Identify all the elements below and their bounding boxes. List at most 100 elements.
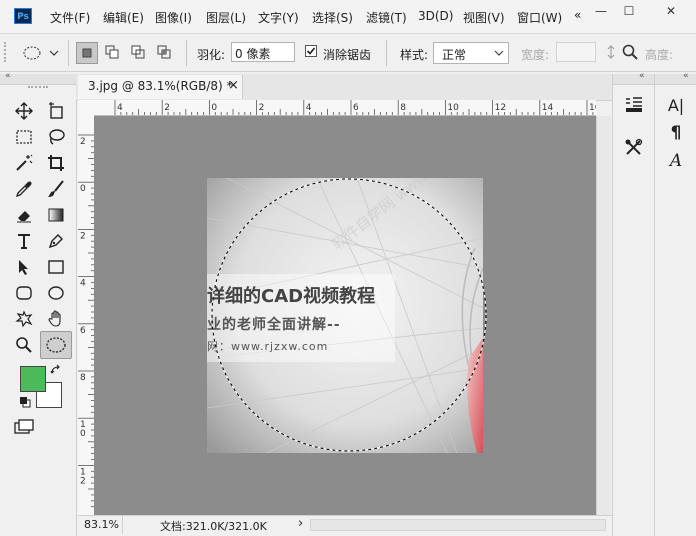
document-tab[interactable]: 3.jpg @ 83.1%(RGB/8) * × bbox=[78, 75, 243, 99]
menu-layer[interactable]: 图层(L) bbox=[206, 9, 246, 26]
crossed-tools-icon bbox=[625, 138, 643, 155]
default-colors-icon[interactable] bbox=[19, 396, 31, 408]
style-select[interactable]: 正常 bbox=[433, 42, 509, 64]
menu-edit[interactable]: 编辑(E) bbox=[103, 9, 144, 26]
paragraph-styles-icon bbox=[626, 97, 642, 112]
eyedropper-tool[interactable] bbox=[11, 176, 37, 202]
horizontal-ruler-ticks: 4 2 0 2 4 6 8 10 12 14 16 bbox=[114, 100, 596, 115]
restore-button[interactable]: ☐ bbox=[618, 4, 640, 20]
quick-mask-icon[interactable] bbox=[14, 419, 36, 437]
swap-colors-icon[interactable] bbox=[50, 364, 62, 376]
ruler-label: 12 bbox=[495, 103, 506, 113]
character-panel-button[interactable]: A| bbox=[662, 92, 690, 118]
collapse-icon[interactable]: « bbox=[5, 71, 11, 81]
new-selection-icon bbox=[82, 48, 92, 58]
close-icon[interactable]: × bbox=[228, 78, 239, 93]
ruler-origin[interactable] bbox=[78, 100, 95, 116]
collapse-icon[interactable]: « bbox=[683, 71, 689, 81]
artboard-tool[interactable] bbox=[43, 98, 69, 124]
ruler-label: 0 bbox=[80, 429, 86, 439]
eraser-tool[interactable] bbox=[11, 202, 37, 228]
panel-dock-left-header[interactable]: « bbox=[613, 71, 655, 85]
canvas-area[interactable]: 详细的CAD视频教程 业的老师全面讲解-- 网：www.rjzxw.com 软件… bbox=[94, 116, 596, 515]
elliptical-selection[interactable] bbox=[207, 178, 507, 458]
options-grip[interactable] bbox=[4, 42, 11, 62]
custom-shape-tool[interactable] bbox=[11, 306, 37, 332]
menu-image[interactable]: 图像(I) bbox=[155, 9, 192, 26]
status-bar: 83.1% 文档:321.0K/321.0K › bbox=[78, 515, 612, 534]
search-icon[interactable] bbox=[622, 44, 638, 60]
character-icon: A| bbox=[667, 95, 685, 115]
magic-wand-tool[interactable] bbox=[11, 150, 37, 176]
ruler-label: 2 bbox=[259, 103, 265, 113]
pen-tool[interactable] bbox=[43, 228, 69, 254]
ruler-label: 6 bbox=[80, 326, 86, 336]
app-logo: Ps bbox=[14, 8, 32, 24]
ellipse-tool[interactable] bbox=[43, 280, 69, 306]
width-input[interactable] bbox=[556, 42, 596, 62]
ruler-label: 4 bbox=[80, 279, 86, 289]
panel-dock-right-header[interactable]: « bbox=[655, 71, 696, 85]
menu-file[interactable]: 文件(F) bbox=[50, 9, 90, 26]
menu-filter[interactable]: 滤镜(T) bbox=[366, 9, 407, 26]
paragraph-styles-panel-button[interactable] bbox=[620, 92, 648, 118]
crop-tool[interactable] bbox=[43, 150, 69, 176]
tool-preset-picker[interactable] bbox=[22, 44, 68, 62]
menu-type[interactable]: 文字(Y) bbox=[258, 9, 299, 26]
menu-view[interactable]: 视图(V) bbox=[463, 9, 505, 26]
lasso-tool[interactable] bbox=[43, 124, 69, 150]
elliptical-marquee-tool[interactable] bbox=[40, 331, 72, 359]
type-icon bbox=[18, 234, 30, 249]
ellipse-marquee-icon bbox=[23, 46, 59, 60]
rounded-rect-icon bbox=[16, 286, 32, 300]
status-menu-arrow-icon[interactable]: › bbox=[298, 516, 303, 531]
zoom-level[interactable]: 83.1% bbox=[84, 518, 119, 531]
feather-input[interactable]: 0 像素 bbox=[231, 42, 295, 62]
collapse-icon[interactable]: « bbox=[639, 71, 645, 81]
intersect-selection-button[interactable] bbox=[154, 42, 176, 64]
minimize-button[interactable]: — bbox=[590, 4, 612, 20]
menu-select[interactable]: 选择(S) bbox=[312, 9, 353, 26]
style-label: 样式: bbox=[400, 48, 429, 62]
document-tab-title: 3.jpg @ 83.1%(RGB/8) * bbox=[88, 79, 233, 93]
horizontal-scrollbar[interactable] bbox=[310, 519, 606, 531]
gradient-tool[interactable] bbox=[43, 202, 69, 228]
hand-tool[interactable] bbox=[43, 306, 69, 332]
antialias-checkbox[interactable] bbox=[305, 45, 317, 57]
tools-panel: « bbox=[0, 71, 77, 536]
subtract-selection-button[interactable] bbox=[128, 42, 150, 64]
type-tool[interactable] bbox=[11, 228, 37, 254]
menu-window[interactable]: 窗口(W) bbox=[517, 9, 562, 26]
horizontal-ruler[interactable]: 4 2 0 2 4 6 8 10 12 14 16 bbox=[94, 100, 596, 116]
tools-panel-header[interactable]: « bbox=[0, 71, 76, 85]
zoom-icon bbox=[16, 337, 32, 353]
brush-tool[interactable] bbox=[43, 176, 69, 202]
rectangle-tool[interactable] bbox=[43, 254, 69, 280]
ruler-label: 2 bbox=[80, 137, 86, 147]
swap-icon[interactable] bbox=[606, 45, 616, 59]
new-selection-button[interactable] bbox=[76, 42, 98, 64]
vertical-ruler[interactable]: 2024681012 bbox=[78, 115, 95, 515]
foreground-color-swatch[interactable] bbox=[20, 366, 46, 392]
brush-icon bbox=[48, 180, 64, 197]
menu-3d[interactable]: 3D(D) bbox=[418, 9, 453, 23]
glyphs-panel-button[interactable]: A bbox=[662, 148, 690, 174]
rounded-rectangle-tool[interactable] bbox=[11, 280, 37, 306]
vertical-scrollbar[interactable] bbox=[596, 116, 611, 515]
menu-overflow[interactable]: « bbox=[574, 8, 581, 22]
crop-icon bbox=[48, 155, 64, 171]
rectangular-marquee-tool[interactable] bbox=[11, 124, 37, 150]
close-button[interactable]: ✕ bbox=[660, 4, 682, 20]
tools-presets-panel-button[interactable] bbox=[620, 134, 648, 160]
paragraph-panel-button[interactable]: ¶ bbox=[662, 120, 690, 146]
ellipse-icon bbox=[48, 286, 64, 300]
move-tool[interactable] bbox=[11, 98, 37, 124]
rectangle-icon bbox=[48, 260, 64, 274]
path-selection-tool[interactable] bbox=[11, 254, 37, 280]
add-selection-button[interactable] bbox=[102, 42, 124, 64]
tools-grip[interactable] bbox=[28, 86, 48, 92]
move-icon bbox=[15, 102, 33, 120]
zoom-tool[interactable] bbox=[11, 332, 37, 358]
intersect-selection-icon bbox=[157, 45, 171, 59]
chevron-down-icon bbox=[494, 50, 504, 56]
